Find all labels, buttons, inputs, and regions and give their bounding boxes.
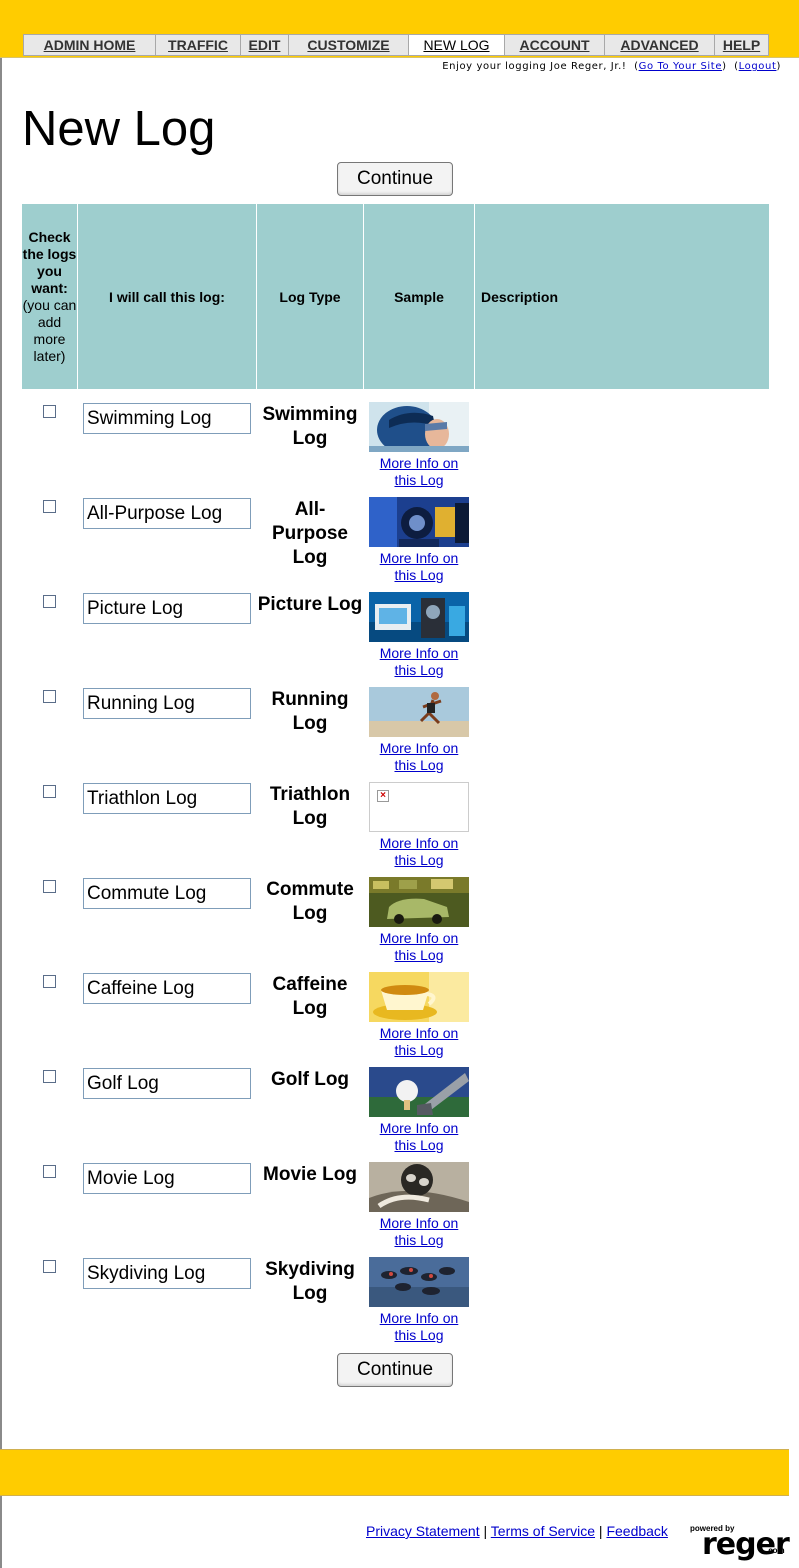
main-nav: ADMIN HOME TRAFFIC EDIT CUSTOMIZE NEW LO… [23, 34, 769, 56]
log-name-input[interactable] [83, 1068, 251, 1099]
more-info-link[interactable]: More Info on this Log [369, 1120, 469, 1154]
tab-new-log[interactable]: NEW LOG [409, 35, 505, 55]
logout-link[interactable]: Logout [739, 61, 777, 72]
table-row: Commute Log More Info on this Log [22, 873, 769, 968]
table-row: Movie Log More Info on this Log [22, 1158, 769, 1253]
log-name-input[interactable] [83, 403, 251, 434]
machinery-photo-icon [369, 497, 469, 547]
footer-banner [0, 1449, 789, 1496]
golf-ball-photo-icon [369, 1067, 469, 1117]
log-name-input[interactable] [83, 688, 251, 719]
page-title: New Log [22, 102, 216, 156]
log-type-label: Triathlon Log [269, 784, 351, 829]
tab-traffic[interactable]: TRAFFIC [156, 35, 241, 55]
tab-account[interactable]: ACCOUNT [505, 35, 605, 55]
privacy-statement-link[interactable]: Privacy Statement [366, 1523, 480, 1539]
log-select-checkbox[interactable] [43, 975, 56, 988]
page-frame-border [0, 0, 2, 1568]
log-select-checkbox[interactable] [43, 1165, 56, 1178]
table-row: Skydiving Log More Info on this Log [22, 1253, 769, 1348]
table-row: Golf Log More Info on this Log [22, 1063, 769, 1158]
header-log-name: I will call this log: [78, 204, 256, 389]
table-row: Triathlon Log × More Info on this Log [22, 778, 769, 873]
camera-photo-icon [369, 592, 469, 642]
log-select-checkbox[interactable] [43, 500, 56, 513]
runner-photo-icon [369, 687, 469, 737]
table-row: Swimming Log More Info on this Log [22, 398, 769, 493]
more-info-link[interactable]: More Info on this Log [369, 455, 469, 489]
greeting-text: Enjoy your logging Joe Reger, Jr.! [442, 61, 627, 72]
log-select-checkbox[interactable] [43, 785, 56, 798]
header-log-type: Log Type [257, 204, 363, 389]
go-to-site-link[interactable]: Go To Your Site [639, 61, 722, 72]
table-row: Picture Log More Info on this Log [22, 588, 769, 683]
log-type-label: Commute Log [266, 879, 354, 924]
more-info-link[interactable]: More Info on this Log [369, 645, 469, 679]
table-row: Caffeine Log More Info on this Log [22, 968, 769, 1063]
log-select-checkbox[interactable] [43, 595, 56, 608]
tab-customize[interactable]: CUSTOMIZE [289, 35, 409, 55]
log-type-label: Swimming Log [262, 404, 358, 449]
footer-separator: | [598, 1523, 603, 1539]
log-name-input[interactable] [83, 973, 251, 1004]
log-type-label: Caffeine Log [272, 974, 348, 1019]
coffee-cup-photo-icon [369, 972, 469, 1022]
tab-help[interactable]: HELP [715, 35, 768, 55]
log-select-checkbox[interactable] [43, 880, 56, 893]
logo-wordmark: reger [702, 1527, 790, 1562]
log-name-input[interactable] [83, 498, 251, 529]
header-sample: Sample [364, 204, 474, 389]
tab-edit[interactable]: EDIT [241, 35, 289, 55]
user-greeting: Enjoy your logging Joe Reger, Jr.! (Go T… [442, 61, 781, 72]
log-name-input[interactable] [83, 593, 251, 624]
log-type-label: Movie Log [263, 1164, 357, 1185]
more-info-link[interactable]: More Info on this Log [369, 550, 469, 584]
header-check-label: Check the logs you want: [22, 228, 77, 296]
log-type-label: Skydiving Log [265, 1259, 355, 1304]
skydivers-photo-icon [369, 1257, 469, 1307]
log-select-checkbox[interactable] [43, 1070, 56, 1083]
log-name-input[interactable] [83, 878, 251, 909]
more-info-link[interactable]: More Info on this Log [369, 1310, 469, 1344]
more-info-link[interactable]: More Info on this Log [369, 930, 469, 964]
feedback-link[interactable]: Feedback [606, 1523, 667, 1539]
more-info-link[interactable]: More Info on this Log [369, 740, 469, 774]
swimmer-photo-icon [369, 402, 469, 452]
log-type-label: Picture Log [257, 594, 363, 615]
continue-button-top[interactable]: Continue [337, 162, 453, 196]
broken-image-x-icon: × [377, 790, 389, 802]
top-banner-divider [0, 57, 799, 58]
broken-image-icon: × [369, 782, 469, 832]
log-name-input[interactable] [83, 1258, 251, 1289]
table-row: All-Purpose Log More Info on this Log [22, 493, 769, 588]
log-type-label: Running Log [271, 689, 349, 734]
log-name-input[interactable] [83, 783, 251, 814]
logo-suffix: .com [766, 1546, 785, 1555]
tab-admin-home[interactable]: ADMIN HOME [24, 35, 156, 55]
footer-separator: | [483, 1523, 488, 1539]
header-description: Description [475, 204, 769, 389]
log-select-checkbox[interactable] [43, 405, 56, 418]
terms-of-service-link[interactable]: Terms of Service [491, 1523, 595, 1539]
reger-logo[interactable]: powered by reger .com [688, 1524, 790, 1560]
log-name-input[interactable] [83, 1163, 251, 1194]
more-info-link[interactable]: More Info on this Log [369, 835, 469, 869]
tab-advanced[interactable]: ADVANCED [605, 35, 715, 55]
more-info-link[interactable]: More Info on this Log [369, 1215, 469, 1249]
more-info-link[interactable]: More Info on this Log [369, 1025, 469, 1059]
film-reel-photo-icon [369, 1162, 469, 1212]
header-check-note: (you can add more later) [22, 296, 77, 364]
log-select-checkbox[interactable] [43, 1260, 56, 1273]
header-check: Check the logs you want: (you can add mo… [22, 204, 77, 389]
footer-links: Privacy Statement | Terms of Service | F… [366, 1523, 668, 1539]
table-row: Running Log More Info on this Log [22, 683, 769, 778]
log-type-label: Golf Log [270, 1069, 350, 1090]
car-photo-icon [369, 877, 469, 927]
continue-button-bottom[interactable]: Continue [337, 1353, 453, 1387]
log-select-checkbox[interactable] [43, 690, 56, 703]
log-type-label: All-Purpose Log [271, 499, 349, 568]
